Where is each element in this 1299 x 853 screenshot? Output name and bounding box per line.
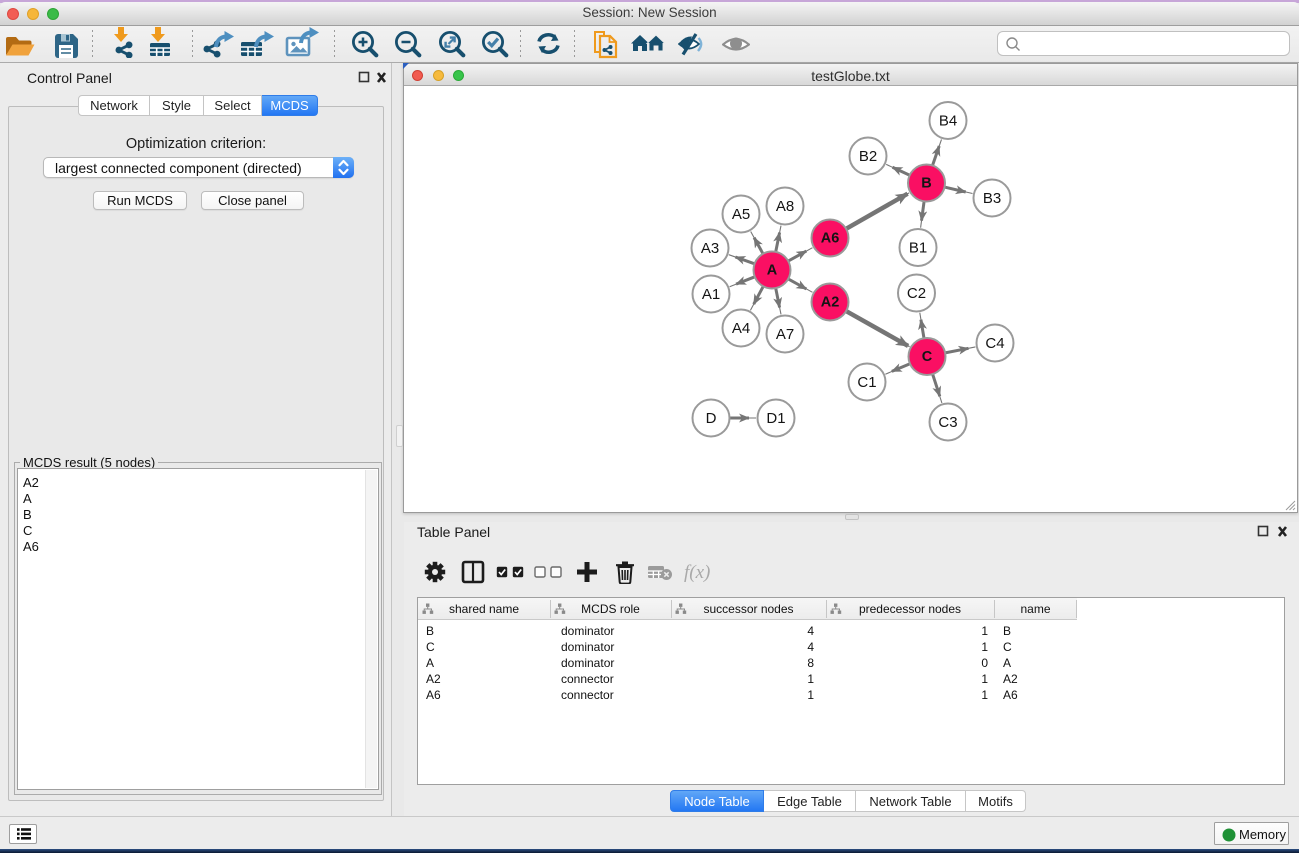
svg-text:C3: C3 — [938, 414, 957, 431]
svg-text:C2: C2 — [907, 285, 926, 302]
svg-text:A2: A2 — [821, 295, 840, 311]
svg-text:D1: D1 — [766, 410, 785, 427]
svg-text:B: B — [921, 176, 931, 192]
svg-text:A8: A8 — [776, 198, 794, 215]
svg-text:A3: A3 — [701, 240, 719, 257]
svg-text:A1: A1 — [702, 286, 720, 303]
svg-text:f(x): f(x) — [684, 562, 710, 583]
svg-text:A6: A6 — [821, 231, 840, 247]
svg-text:C1: C1 — [857, 374, 876, 391]
svg-text:B4: B4 — [939, 113, 957, 130]
svg-text:B3: B3 — [983, 190, 1001, 207]
svg-text:B1: B1 — [909, 240, 927, 257]
svg-text:A7: A7 — [776, 326, 794, 343]
svg-text:B2: B2 — [859, 148, 877, 165]
svg-text:A5: A5 — [732, 206, 750, 223]
svg-text:C: C — [922, 349, 933, 365]
svg-text:A4: A4 — [732, 320, 750, 337]
svg-text:A: A — [767, 263, 778, 279]
svg-text:C4: C4 — [985, 335, 1004, 352]
svg-text:D: D — [706, 410, 717, 427]
